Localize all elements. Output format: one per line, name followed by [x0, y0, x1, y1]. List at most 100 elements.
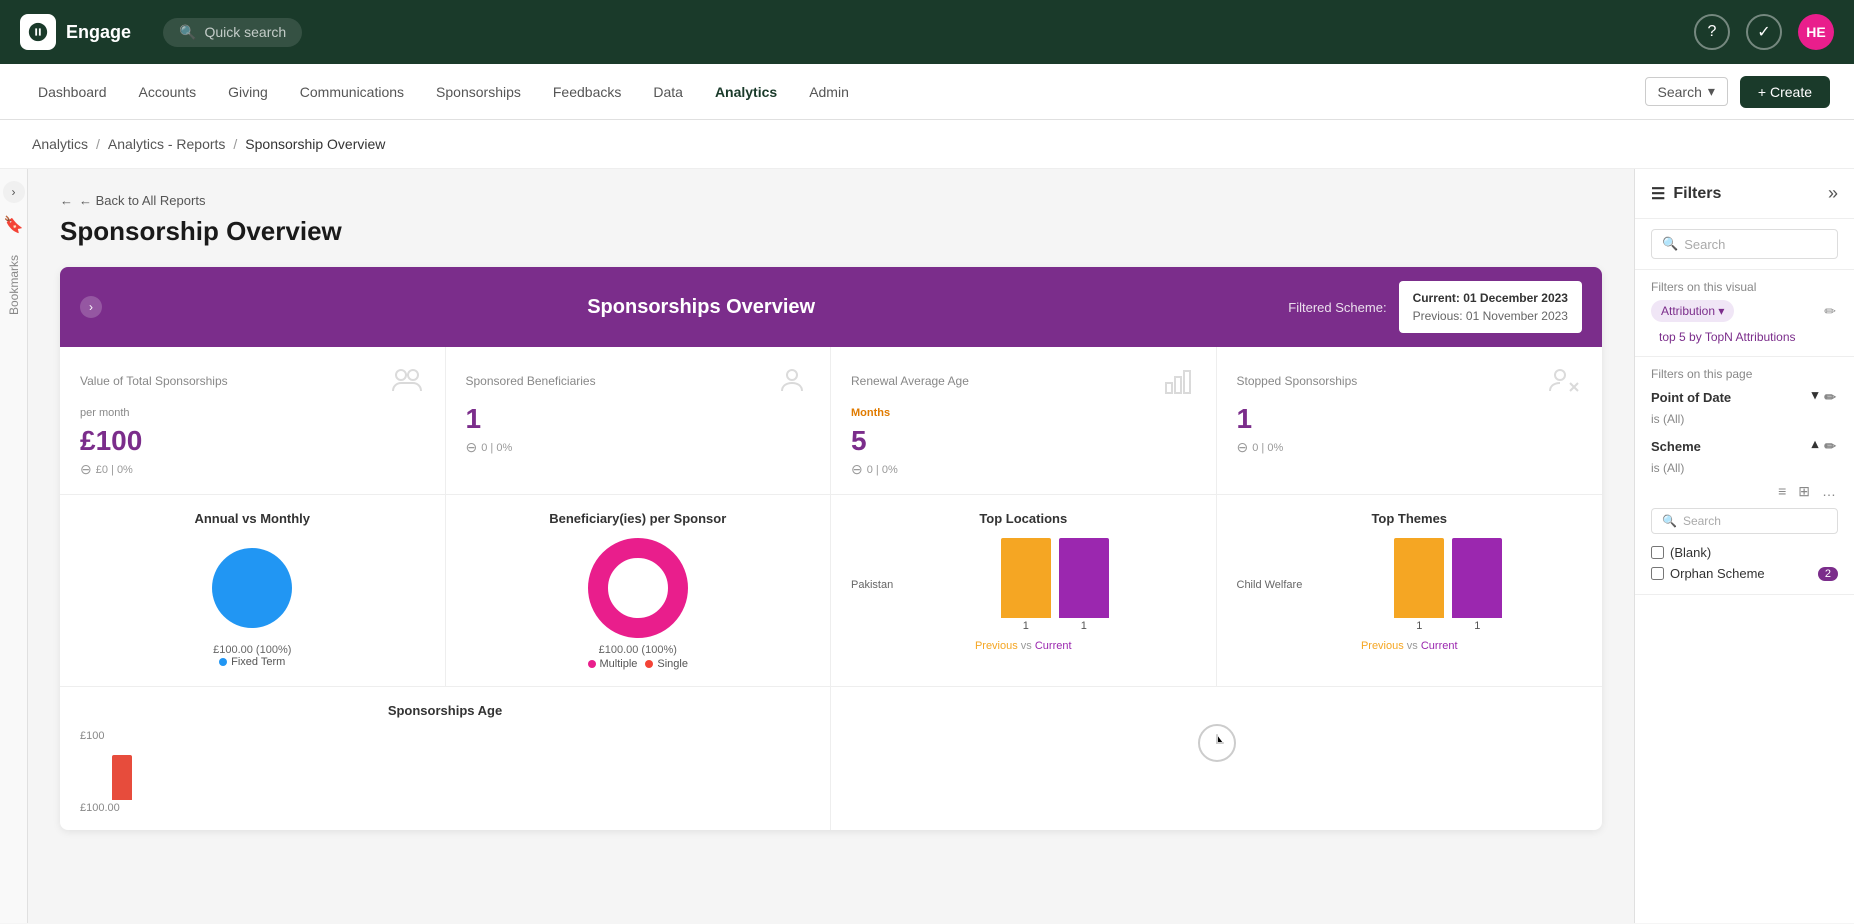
help-button[interactable]: ? [1694, 14, 1730, 50]
orphan-checkbox[interactable] [1651, 567, 1664, 580]
point-of-date-header[interactable]: Point of Date ▾ ✏ [1651, 387, 1838, 408]
filter-visual-icons: ✏ [1822, 301, 1838, 322]
filters-header: ☰ Filters » [1635, 169, 1854, 219]
report-collapse-btn[interactable]: › [80, 296, 102, 318]
chart-annual-monthly: Annual vs Monthly £100.00 (100%) Fixed T… [60, 495, 446, 686]
annual-value-label: £100.00 (100%) [213, 644, 291, 656]
checkbox-blank: (Blank) [1651, 542, 1838, 563]
nav-analytics[interactable]: Analytics [701, 78, 791, 106]
filter-search-icon: 🔍 [1662, 236, 1678, 252]
people-stop-icon [1546, 363, 1582, 399]
bar-curr-location-bar [1059, 538, 1109, 618]
filtered-scheme-label: Filtered Scheme: [1288, 300, 1386, 315]
grid-icon[interactable]: ⊞ [1796, 481, 1812, 502]
attribution-value: top 5 by TopN Attributions [1651, 328, 1838, 346]
metric-card-renewal-age: Renewal Average Age Months 5 ⊖ [831, 347, 1217, 494]
expand-toggle[interactable]: › [3, 181, 25, 203]
vs-label-locations: Previous vs Current [975, 640, 1072, 652]
breadcrumb-sep-1: / [96, 136, 100, 152]
nav-communications[interactable]: Communications [286, 78, 418, 106]
nav-sponsorships[interactable]: Sponsorships [422, 78, 535, 106]
bookmark-icon[interactable]: 🔖 [0, 211, 27, 239]
chart-placeholder [831, 687, 1602, 830]
vs-label-themes: Previous vs Current [1361, 640, 1458, 652]
scheme-clear-icon[interactable]: ✏ [1822, 436, 1838, 457]
point-of-date-value: is (All) [1651, 412, 1838, 426]
back-link[interactable]: ← ← Back to All Reports [60, 193, 1602, 208]
age-y-label: £100 [80, 730, 104, 742]
bar-prev-location-bar [1001, 538, 1051, 618]
scheme-filter: Scheme ▴ ✏ is (All) ≡ ⊞ … 🔍 Search [1651, 436, 1838, 584]
bar-themes: Child Welfare 1 1 [1237, 538, 1583, 652]
report-header: › Sponsorships Overview Filtered Scheme:… [60, 267, 1602, 347]
breadcrumb: Analytics / Analytics - Reports / Sponso… [0, 120, 1854, 169]
breadcrumb-sep-2: / [233, 136, 237, 152]
filter-page-label: Filters on this page [1651, 367, 1838, 381]
avatar[interactable]: HE [1798, 14, 1834, 50]
metric-card-beneficiaries: Sponsored Beneficiaries 1 ⊖ 0 | 0% [446, 347, 832, 494]
filter-icon: ☰ [1651, 184, 1665, 204]
chart-title-0: Annual vs Monthly [80, 511, 425, 526]
blank-checkbox[interactable] [1651, 546, 1664, 559]
filter-edit-icon[interactable]: ✏ [1822, 301, 1838, 322]
filter-search-field[interactable]: 🔍 Search [1651, 229, 1838, 259]
attribution-chip: Attribution ▾ [1651, 300, 1734, 322]
filters-title: ☰ Filters [1651, 184, 1721, 204]
back-arrow-icon: ← [60, 193, 73, 208]
chevron-up-icon: ▴ [1812, 436, 1819, 457]
nav-accounts[interactable]: Accounts [125, 78, 211, 106]
scheme-header[interactable]: Scheme ▴ ✏ [1651, 436, 1838, 457]
report-card: › Sponsorships Overview Filtered Scheme:… [60, 267, 1602, 830]
metric-label-0: Value of Total Sponsorships [80, 374, 228, 388]
breadcrumb-analytics[interactable]: Analytics [32, 136, 88, 152]
create-button[interactable]: + Create [1740, 76, 1830, 108]
chart-top-themes: Top Themes Child Welfare 1 [1217, 495, 1603, 686]
breadcrumb-reports[interactable]: Analytics - Reports [108, 136, 225, 152]
bookmarks-label[interactable]: Bookmarks [7, 255, 21, 315]
checkbox-orphan: Orphan Scheme 2 [1651, 563, 1838, 584]
main-layout: › 🔖 Bookmarks ← ← Back to All Reports Sp… [0, 169, 1854, 923]
nav-giving[interactable]: Giving [214, 78, 282, 106]
bar-locations: Pakistan 1 1 [851, 538, 1196, 652]
chart-sponsorships-age: Sponsorships Age £100 £100.00 [60, 687, 831, 830]
blank-label: (Blank) [1670, 545, 1711, 560]
breadcrumb-current: Sponsorship Overview [245, 136, 385, 152]
metric-value-3: 1 [1237, 403, 1583, 435]
metric-label-1: Sponsored Beneficiaries [466, 374, 596, 388]
minus-icon-0: ⊖ [80, 461, 92, 478]
beneficiary-legend-0: Multiple [588, 658, 638, 670]
nav-dashboard[interactable]: Dashboard [24, 78, 121, 106]
scheme-search-box[interactable]: 🔍 Search [1651, 508, 1838, 534]
metric-sub-3: ⊖ 0 | 0% [1237, 439, 1583, 456]
logo-icon [20, 14, 56, 50]
chevron-down-icon: ▾ [1812, 387, 1819, 408]
previous-date: Previous: 01 November 2023 [1413, 307, 1568, 325]
search-dropdown[interactable]: Search ▾ [1645, 77, 1728, 106]
more-icon[interactable]: … [1820, 481, 1838, 502]
metric-grid: Value of Total Sponsorships per month £1… [60, 347, 1602, 495]
point-of-date-filter: Point of Date ▾ ✏ is (All) [1651, 387, 1838, 426]
point-of-date-clear-icon[interactable]: ✏ [1822, 387, 1838, 408]
pie-annual-monthly: £100.00 (100%) Fixed Term [80, 538, 425, 668]
filters-expand-icon[interactable]: » [1828, 183, 1838, 204]
nav-feedbacks[interactable]: Feedbacks [539, 78, 635, 106]
metric-value-0: £100 [80, 425, 425, 457]
bar-prev-location: 1 [1001, 538, 1051, 632]
date-box: Current: 01 December 2023 Previous: 01 N… [1399, 281, 1582, 333]
metric-card-stopped: Stopped Sponsorships 1 ⊖ [1217, 347, 1603, 494]
list-icon[interactable]: ≡ [1776, 481, 1788, 502]
scheme-value: is (All) [1651, 461, 1838, 475]
nav-admin[interactable]: Admin [795, 78, 863, 106]
nav-data[interactable]: Data [639, 78, 697, 106]
age-chart-title: Sponsorships Age [80, 703, 810, 718]
quick-search-bar[interactable]: 🔍 Quick search [163, 18, 302, 47]
scheme-search-icon: 🔍 [1662, 514, 1677, 528]
filter-search-box: 🔍 Search [1635, 219, 1854, 270]
right-panel: ☰ Filters » 🔍 Search Filters on this vis… [1634, 169, 1854, 923]
check-button[interactable]: ✓ [1746, 14, 1782, 50]
beneficiary-value-label: £100.00 (100%) [599, 644, 677, 656]
bottom-chart-row: Sponsorships Age £100 £100.00 [60, 687, 1602, 830]
filter-search-placeholder: Search [1684, 237, 1725, 252]
filter-visual-label: Filters on this visual [1651, 280, 1838, 294]
content-area: ← ← Back to All Reports Sponsorship Over… [28, 169, 1634, 923]
